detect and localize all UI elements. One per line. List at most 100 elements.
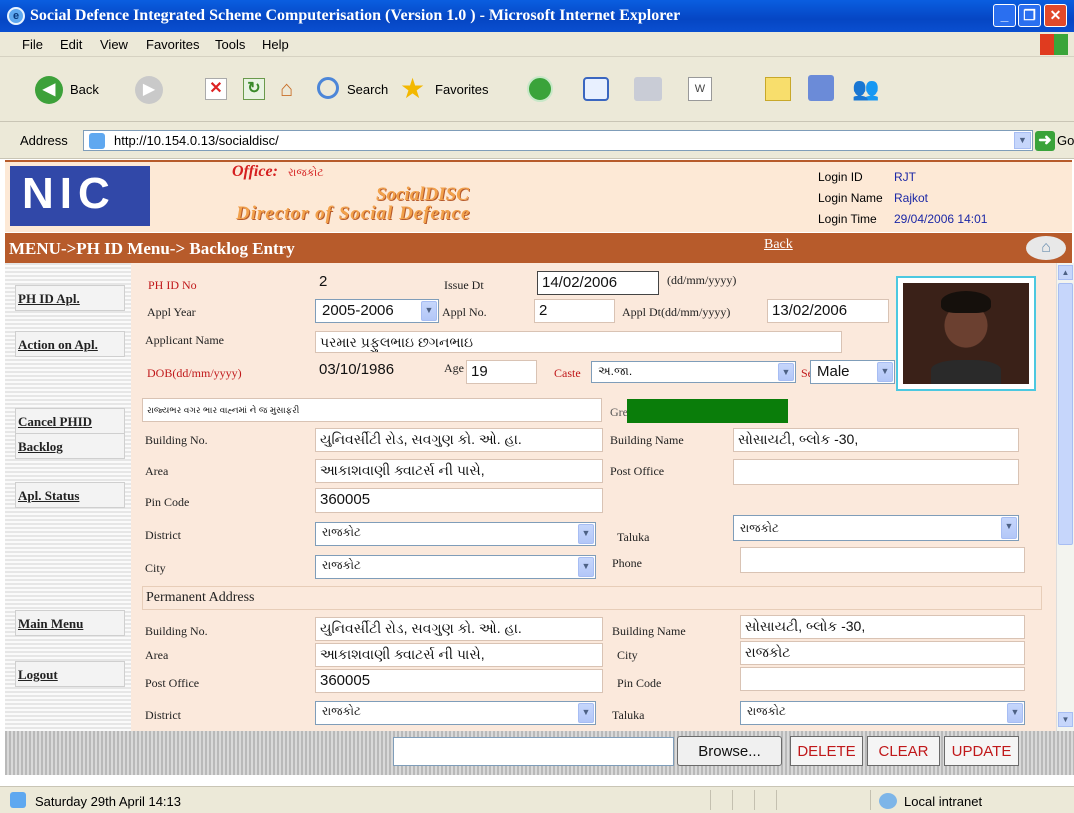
status-bar: Saturday 29th April 14:13 Local intranet (0, 786, 1074, 813)
menu-tools[interactable]: Tools (215, 37, 245, 52)
remark-field[interactable]: રાજ્યભર વગર ભાર વાહ્નમાં ને જ મુસાફરી (142, 398, 602, 422)
favorites-star-icon[interactable]: ★ (400, 72, 425, 106)
sidebar-item-cancel-phid[interactable]: Cancel PHID (15, 408, 125, 434)
minimize-button[interactable]: _ (993, 4, 1016, 27)
menu-edit[interactable]: Edit (60, 37, 82, 52)
appl-year-select[interactable]: 2005-2006 ▼ (315, 299, 439, 323)
scroll-thumb[interactable] (1058, 283, 1073, 545)
back-link[interactable]: Back (764, 237, 793, 253)
chevron-down-icon[interactable]: ▼ (578, 557, 594, 577)
discuss-icon[interactable] (765, 77, 791, 101)
maximize-button[interactable]: ❐ (1018, 4, 1041, 27)
back-button[interactable]: Back (70, 82, 99, 97)
perm-building-name-field[interactable]: સોસાયટી, બ્લોક -30, (740, 615, 1025, 639)
appl-no-field[interactable]: 2 (534, 299, 615, 323)
applicant-name-label: Applicant Name (145, 333, 224, 347)
stop-icon[interactable]: ✕ (205, 78, 227, 100)
login-id-label: Login ID (818, 170, 863, 184)
browse-button[interactable]: Browse... (677, 736, 782, 766)
building-no-field[interactable]: યુનિવર્સીટી રોડ, સવગુણ કો. ઓ. હા. (315, 428, 603, 452)
home-icon[interactable]: ⌂ (280, 76, 306, 102)
search-button[interactable]: Search (347, 82, 388, 97)
sidebar-item-apl-status[interactable]: Apl. Status (15, 482, 125, 508)
age-field[interactable]: 19 (466, 360, 537, 384)
post-office-field[interactable] (733, 459, 1019, 485)
perm-post-office-field[interactable]: 360005 (315, 669, 603, 693)
perm-district-select[interactable]: રાજકોટ ▼ (315, 701, 596, 725)
chevron-down-icon[interactable]: ▼ (778, 363, 794, 381)
issue-dt-field[interactable]: 14/02/2006 (537, 271, 659, 295)
media-icon[interactable] (527, 76, 553, 102)
chevron-down-icon[interactable]: ▼ (421, 301, 437, 321)
chevron-down-icon[interactable]: ▼ (877, 362, 893, 382)
app-full-name: Director of Social Defence (236, 203, 471, 224)
scroll-up-icon[interactable]: ▲ (1058, 265, 1073, 280)
nic-logo: NIC (10, 166, 150, 226)
sidebar-item-action-on-apl[interactable]: Action on Apl. (15, 331, 125, 357)
chevron-down-icon[interactable]: ▼ (578, 524, 594, 544)
appl-dt-field[interactable]: 13/02/2006 (767, 299, 889, 323)
perm-city-field[interactable]: રાજકોટ (740, 641, 1025, 665)
print-icon[interactable] (634, 77, 662, 101)
address-dropdown-icon[interactable]: ▼ (1014, 132, 1031, 149)
menu-view[interactable]: View (100, 37, 128, 52)
perm-taluka-value: રાજકોટ (747, 704, 786, 718)
search-icon[interactable] (317, 77, 339, 99)
chevron-down-icon[interactable]: ▼ (1007, 703, 1023, 723)
city-select[interactable]: રાજકોટ ▼ (315, 555, 596, 579)
address-input[interactable]: http://10.154.0.13/socialdisc/ ▼ (83, 130, 1033, 151)
update-button[interactable]: UPDATE (944, 736, 1019, 766)
card-color-swatch (627, 399, 788, 423)
perm-area-field[interactable]: આકાશવાણી ક્વાટર્સ ની પાસે, (315, 643, 603, 667)
menu-file[interactable]: File (22, 37, 43, 52)
menu-bar: File Edit View Favorites Tools Help (0, 32, 1074, 57)
go-arrow-icon[interactable]: ➜ (1035, 131, 1055, 151)
chevron-down-icon[interactable]: ▼ (578, 703, 594, 723)
taluka-value: રાજકોટ (740, 521, 779, 535)
applicant-name-field[interactable]: પરમાર પ્રફુલભાઇ છગનભાઇ (315, 331, 842, 353)
perm-building-name-label: Building Name (612, 624, 686, 638)
file-path-input[interactable] (393, 737, 674, 766)
refresh-icon[interactable]: ↻ (243, 78, 265, 100)
perm-district-label: District (145, 708, 181, 722)
back-arrow-icon[interactable]: ◀ (35, 76, 63, 104)
messenger-icon[interactable]: 👥 (852, 75, 880, 103)
sidebar-item-logout[interactable]: Logout (15, 661, 125, 687)
perm-city-label: City (617, 648, 638, 662)
chevron-down-icon[interactable]: ▼ (1001, 517, 1017, 539)
sex-select[interactable]: Male ▼ (810, 360, 895, 384)
perm-building-no-field[interactable]: યુનિવર્સીટી રોડ, સવગુણ કો. ઓ. હા. (315, 617, 603, 641)
caste-select[interactable]: અ.જા. ▼ (591, 361, 796, 383)
perm-pin-code-field[interactable] (740, 667, 1025, 691)
phone-field[interactable] (740, 547, 1025, 573)
pin-code-field[interactable]: 360005 (315, 488, 603, 513)
building-name-field[interactable]: સોસાયટી, બ્લોક -30, (733, 428, 1019, 452)
sidebar-item-backlog[interactable]: Backlog (15, 433, 125, 459)
taluka-select[interactable]: રાજકોટ ▼ (733, 515, 1019, 541)
scroll-down-icon[interactable]: ▼ (1058, 712, 1073, 727)
perm-taluka-select[interactable]: રાજકોટ ▼ (740, 701, 1025, 725)
district-select[interactable]: રાજકોટ ▼ (315, 522, 596, 546)
login-time-label: Login Time (818, 212, 877, 226)
menu-help[interactable]: Help (262, 37, 289, 52)
forward-arrow-icon[interactable]: ▶ (135, 76, 163, 104)
mail-icon[interactable] (583, 77, 609, 101)
city-value: રાજકોટ (322, 558, 361, 572)
status-divider (870, 790, 871, 810)
menu-favorites[interactable]: Favorites (146, 37, 199, 52)
close-button[interactable]: ✕ (1044, 4, 1067, 27)
sidebar-item-ph-id-apl[interactable]: PH ID Apl. (15, 285, 125, 311)
sidebar-item-main-menu[interactable]: Main Menu (15, 610, 125, 636)
ph-id-field[interactable]: 2 (315, 271, 433, 293)
favorites-button[interactable]: Favorites (435, 82, 488, 97)
clear-button[interactable]: CLEAR (867, 736, 940, 766)
go-label[interactable]: Go (1057, 133, 1074, 148)
area-field[interactable]: આકાશવાણી ક્વાટર્સ ની પાસે, (315, 459, 603, 483)
delete-button[interactable]: DELETE (790, 736, 863, 766)
edit-word-icon[interactable]: W (688, 77, 712, 101)
research-icon[interactable] (808, 75, 834, 101)
status-divider (776, 790, 777, 810)
dob-field[interactable]: 03/10/1986 (315, 359, 437, 383)
home-icon[interactable]: ⌂ (1026, 236, 1066, 260)
page-scrollbar[interactable]: ▲ ▼ (1056, 263, 1074, 731)
